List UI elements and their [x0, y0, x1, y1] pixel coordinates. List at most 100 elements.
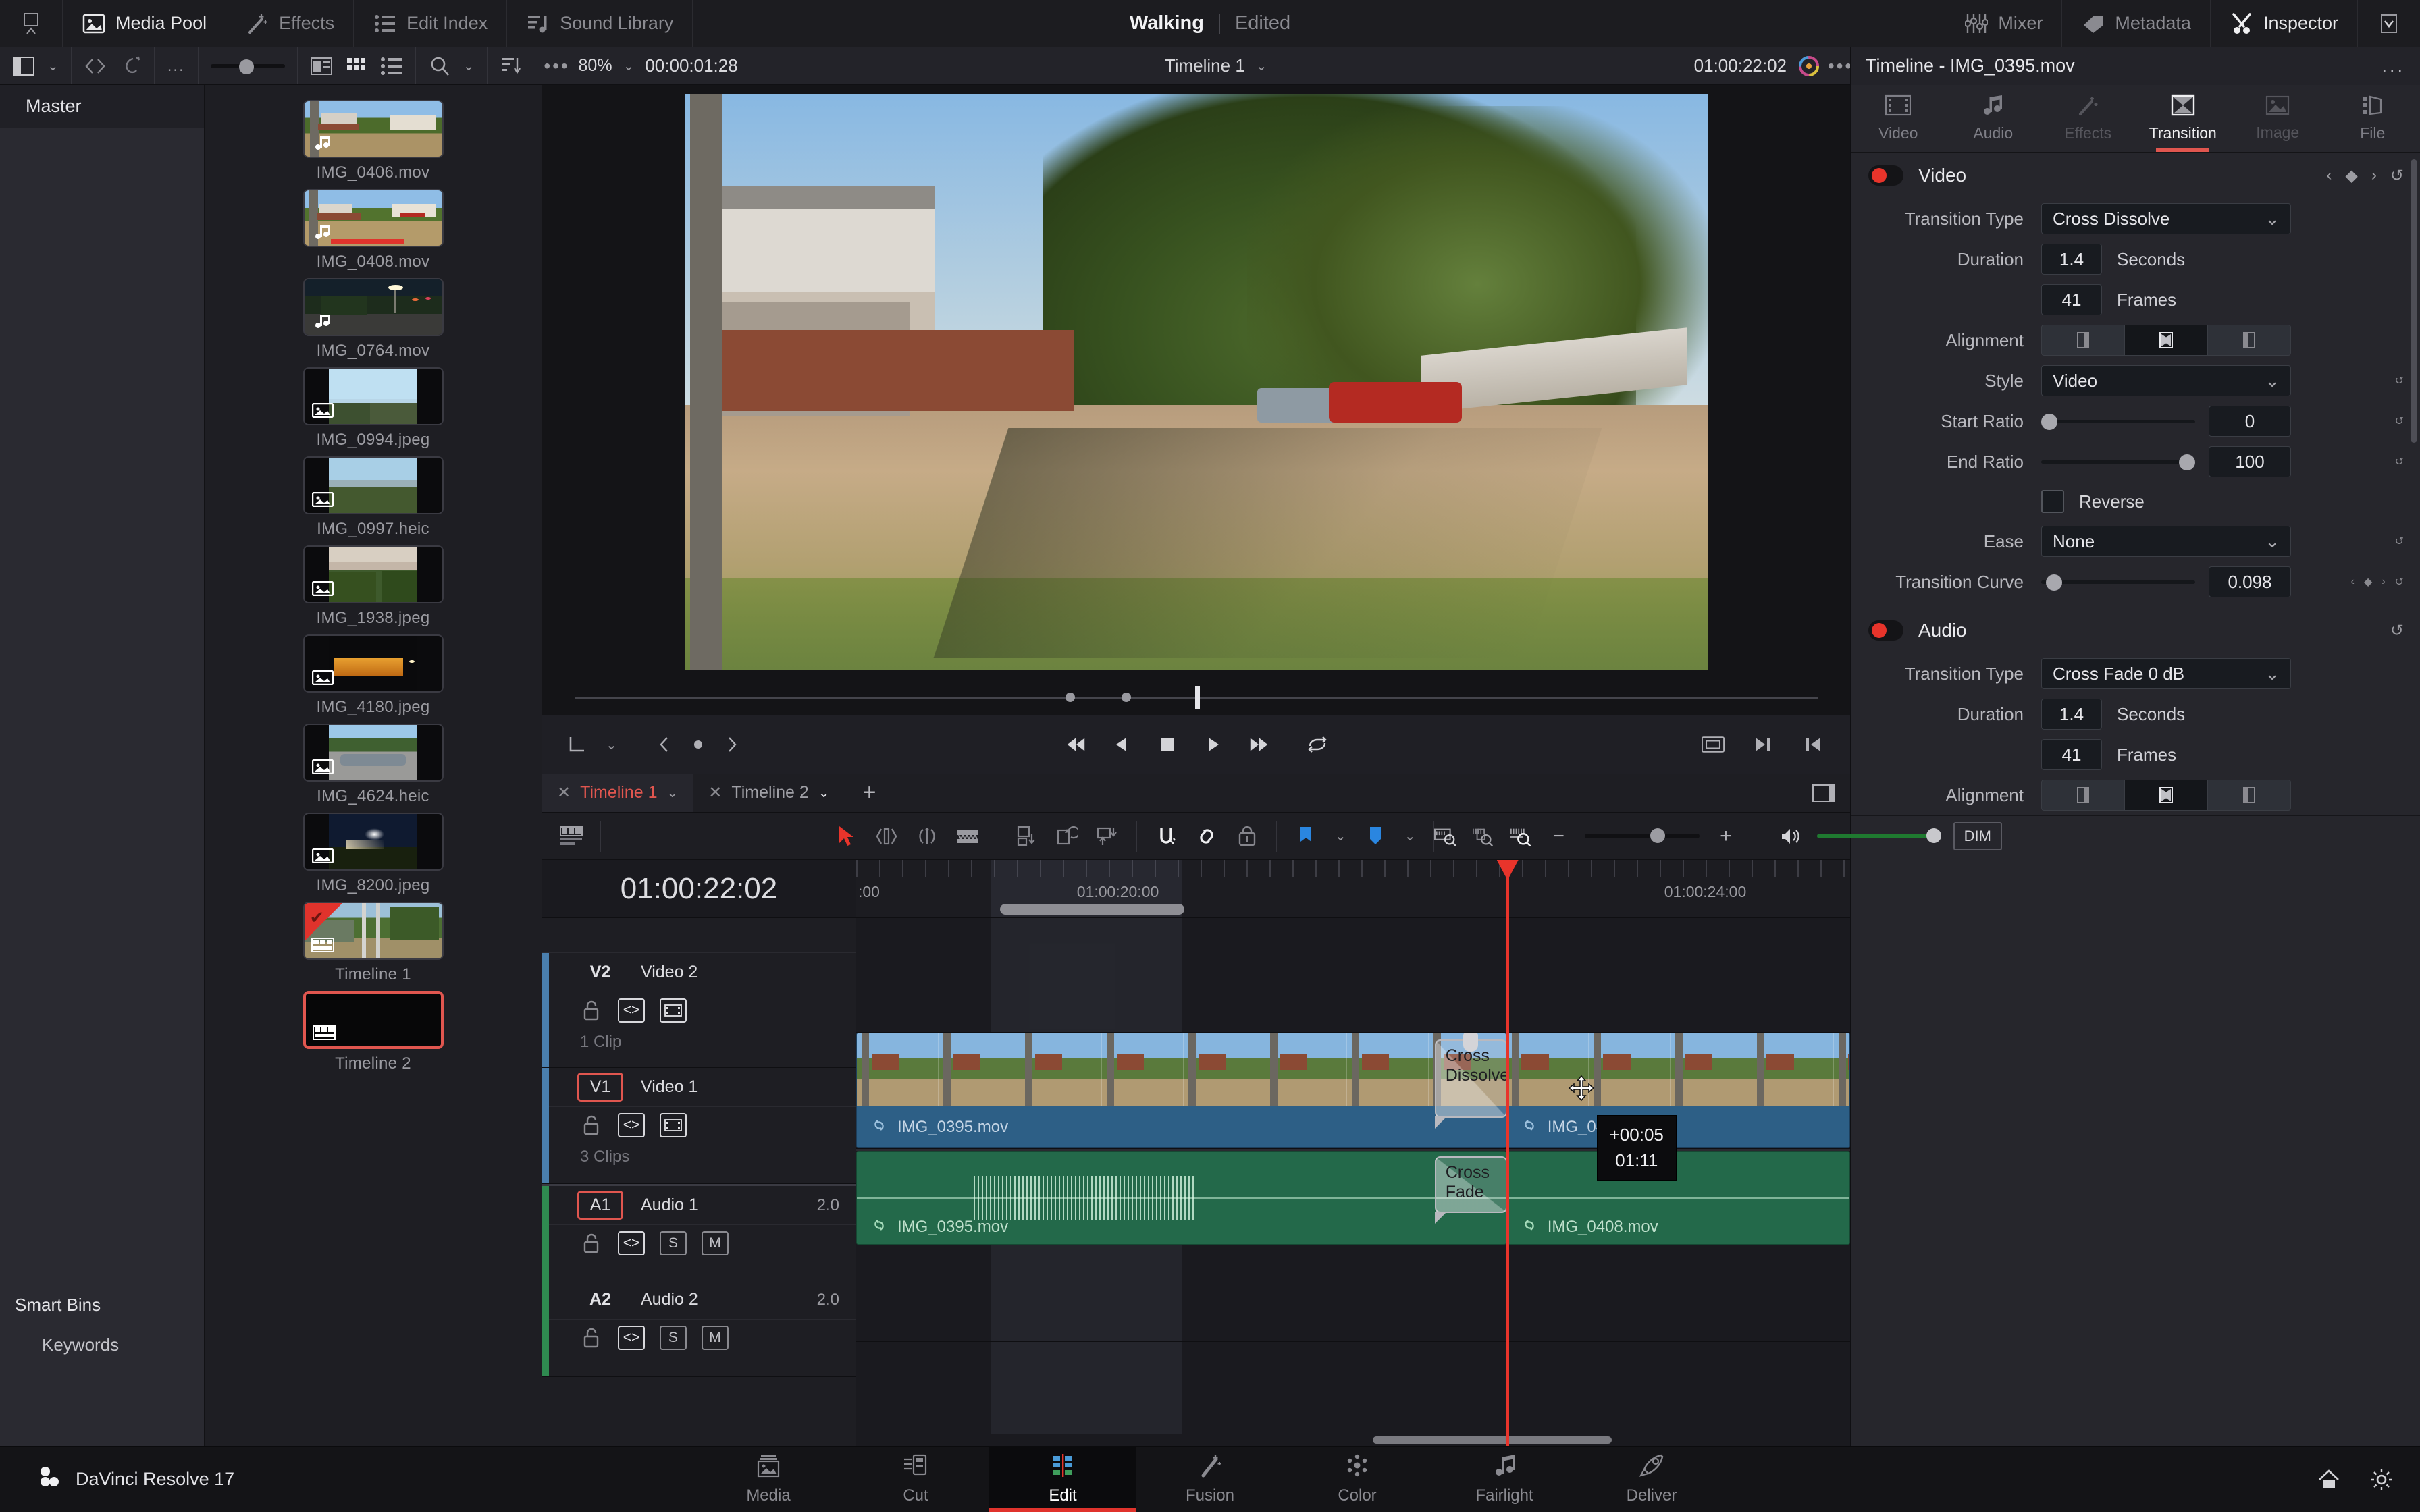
fit-timeline-icon[interactable] [1433, 825, 1457, 848]
media-item[interactable]: IMG_4180.jpeg [205, 634, 542, 717]
track-header-a2[interactable]: A2 Audio 2 2.0 <> S M [542, 1280, 856, 1377]
color-wheel-icon[interactable] [1797, 55, 1820, 78]
tab-file[interactable]: File [2325, 85, 2420, 152]
timeline-canvas[interactable]: :00 01:00:20:00 01:00:24:00 IMG_0395.mov… [856, 860, 1850, 1446]
reverse-checkbox[interactable] [2041, 490, 2064, 513]
transition-curve-slider[interactable] [2041, 574, 2195, 591]
duration-seconds-input[interactable]: 1.4 [2041, 244, 2102, 275]
inspector-scrollbar[interactable] [2411, 159, 2417, 443]
close-icon[interactable]: ✕ [708, 783, 722, 803]
mute-button[interactable]: M [702, 1326, 729, 1350]
timeline-clip[interactable]: IMG_0408.mov [1506, 1033, 1850, 1148]
audio-reset-button[interactable]: ↺ [2390, 621, 2404, 641]
audio-enable-toggle[interactable] [1868, 620, 1903, 641]
thumbnail-selected[interactable] [302, 991, 444, 1049]
solo-button[interactable]: S [660, 1326, 687, 1350]
video-enable-icon[interactable] [660, 998, 687, 1023]
start-ratio-slider[interactable] [2041, 413, 2195, 430]
chevron-down-icon[interactable]: ⌄ [1335, 828, 1346, 844]
grid-view-icon[interactable] [345, 55, 368, 78]
align-end-on-edit-button[interactable] [2042, 780, 2125, 810]
zoom-custom-icon[interactable] [1510, 825, 1533, 848]
align-center-on-edit-button[interactable] [2125, 325, 2208, 355]
jump-to-start-icon[interactable] [1064, 733, 1087, 756]
trim-edit-icon[interactable] [875, 825, 898, 848]
track-badge-a1[interactable]: A1 [577, 1191, 623, 1220]
thumbnail[interactable] [302, 278, 444, 336]
start-ratio-reset-button[interactable]: ↺ [2395, 414, 2404, 428]
thumbnail[interactable] [302, 367, 444, 425]
next-keyframe-icon[interactable]: › [2371, 166, 2377, 185]
inspector-button[interactable]: Inspector [2209, 0, 2357, 47]
solo-button[interactable]: S [660, 1231, 687, 1256]
align-start-on-edit-button[interactable] [2208, 325, 2290, 355]
viewer-image[interactable] [542, 85, 1850, 679]
snapping-magnet-icon[interactable] [1155, 825, 1178, 848]
flag-marker-icon[interactable] [1294, 825, 1317, 848]
next-keyframe-icon[interactable]: › [2382, 576, 2385, 588]
video-transition[interactable]: Cross Dissolve [1434, 1033, 1509, 1129]
marker-icon[interactable] [1364, 825, 1387, 848]
align-end-on-edit-button[interactable] [2042, 325, 2125, 355]
alignment-segmented-control[interactable] [2041, 325, 2291, 356]
timeline-view-mode-icon[interactable] [560, 825, 583, 848]
track-header-a1[interactable]: A1 Audio 1 2.0 <> S M [542, 1184, 856, 1280]
play-reverse-icon[interactable] [1110, 733, 1133, 756]
more-dots-icon[interactable]: ... [167, 57, 186, 76]
reset-icon[interactable]: ↺ [2390, 166, 2404, 186]
scrubber-track[interactable] [575, 685, 1818, 709]
align-start-on-edit-button[interactable] [2208, 780, 2290, 810]
prev-keyframe-icon[interactable]: ‹ [2351, 576, 2355, 588]
thumbnail[interactable] [302, 456, 444, 514]
mixer-button[interactable]: Mixer [1945, 0, 2061, 47]
playhead-timecode[interactable]: 01:00:22:02 [542, 860, 856, 918]
home-icon[interactable] [2317, 1468, 2340, 1491]
metadata-view-icon[interactable] [310, 55, 333, 78]
clone-tool-icon[interactable] [119, 55, 142, 78]
layout-chevron-button[interactable] [2357, 0, 2420, 47]
timeline-ruler[interactable]: :00 01:00:20:00 01:00:24:00 [856, 860, 1850, 918]
auto-select-icon[interactable]: <> [618, 1113, 645, 1137]
overwrite-clip-icon[interactable] [1055, 825, 1078, 848]
scrubber-playhead[interactable] [1194, 685, 1200, 709]
chevron-down-icon[interactable]: ⌄ [463, 57, 475, 74]
audio-duration-seconds-input[interactable]: 1.4 [2041, 699, 2102, 730]
tab-video[interactable]: Video [1851, 85, 1946, 152]
thumbnail[interactable] [302, 189, 444, 247]
flag-lock-icon[interactable] [1236, 825, 1259, 848]
timeline-clip[interactable]: IMG_0408.mov [1506, 1151, 1850, 1245]
sidebar-panel-icon[interactable] [12, 55, 35, 78]
timeline-track-a2[interactable] [856, 1245, 1850, 1342]
auto-select-icon[interactable]: <> [618, 1326, 645, 1350]
thumbnail[interactable] [302, 100, 444, 158]
gear-icon[interactable] [2370, 1468, 2393, 1491]
align-center-on-edit-button[interactable] [2125, 780, 2208, 810]
track-badge-a2[interactable]: A2 [577, 1290, 623, 1310]
page-edit[interactable]: Edit [989, 1447, 1136, 1512]
thumbnail[interactable] [302, 634, 444, 693]
timeline-zoom-slider[interactable] [1585, 828, 1700, 843]
selection-arrow-icon[interactable] [835, 825, 858, 848]
chevron-down-icon[interactable]: ⌄ [667, 784, 679, 801]
lock-icon[interactable] [580, 1232, 603, 1255]
close-icon[interactable]: ✕ [557, 783, 571, 803]
timeline-clip[interactable]: IMG_0395.mov [856, 1033, 1506, 1148]
zoom-in-button[interactable]: + [1714, 825, 1737, 848]
smart-bin-keywords[interactable]: Keywords [0, 1325, 204, 1365]
search-icon[interactable] [428, 55, 451, 78]
media-item[interactable]: IMG_8200.jpeg [205, 813, 542, 895]
page-deliver[interactable]: Deliver [1578, 1447, 1725, 1512]
zoom-detail-icon[interactable] [1472, 825, 1495, 848]
mute-button[interactable]: M [702, 1231, 729, 1256]
page-fairlight[interactable]: Fairlight [1431, 1447, 1578, 1512]
audio-transition-type-dropdown[interactable]: Cross Fade 0 dB ⌄ [2041, 658, 2291, 689]
media-item[interactable]: IMG_0997.heic [205, 456, 542, 539]
duration-frames-input[interactable]: 41 [2041, 284, 2102, 315]
audio-transition[interactable]: Cross Fade [1434, 1156, 1508, 1224]
panel-toggle-button[interactable] [0, 0, 63, 47]
ease-dropdown[interactable]: None ⌄ [2041, 526, 2291, 557]
reset-icon[interactable]: ↺ [2395, 575, 2404, 589]
scrubber-marker[interactable] [1066, 692, 1076, 702]
thumbnail-size-slider[interactable] [210, 59, 285, 74]
media-item[interactable]: Timeline 2 [205, 991, 542, 1073]
